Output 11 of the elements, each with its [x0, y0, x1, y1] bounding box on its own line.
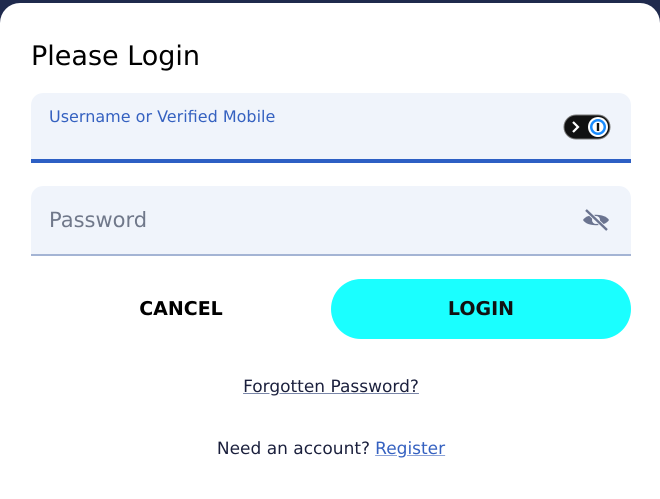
- field-label: Username or Verified Mobile: [49, 106, 276, 128]
- cancel-button[interactable]: CANCEL: [31, 279, 331, 340]
- forgot-password-link[interactable]: Forgotten Password?: [243, 377, 419, 398]
- password-manager-icon[interactable]: [563, 113, 611, 142]
- eye-slash-icon[interactable]: [581, 208, 611, 232]
- username-field[interactable]: [31, 93, 631, 164]
- password-field[interactable]: Password: [31, 186, 631, 256]
- account-prompt: Need an account?: [216, 438, 370, 459]
- dialog-title: Please Login: [31, 41, 202, 74]
- login-button[interactable]: LOGIN: [331, 279, 631, 340]
- register-link[interactable]: Register: [375, 438, 446, 459]
